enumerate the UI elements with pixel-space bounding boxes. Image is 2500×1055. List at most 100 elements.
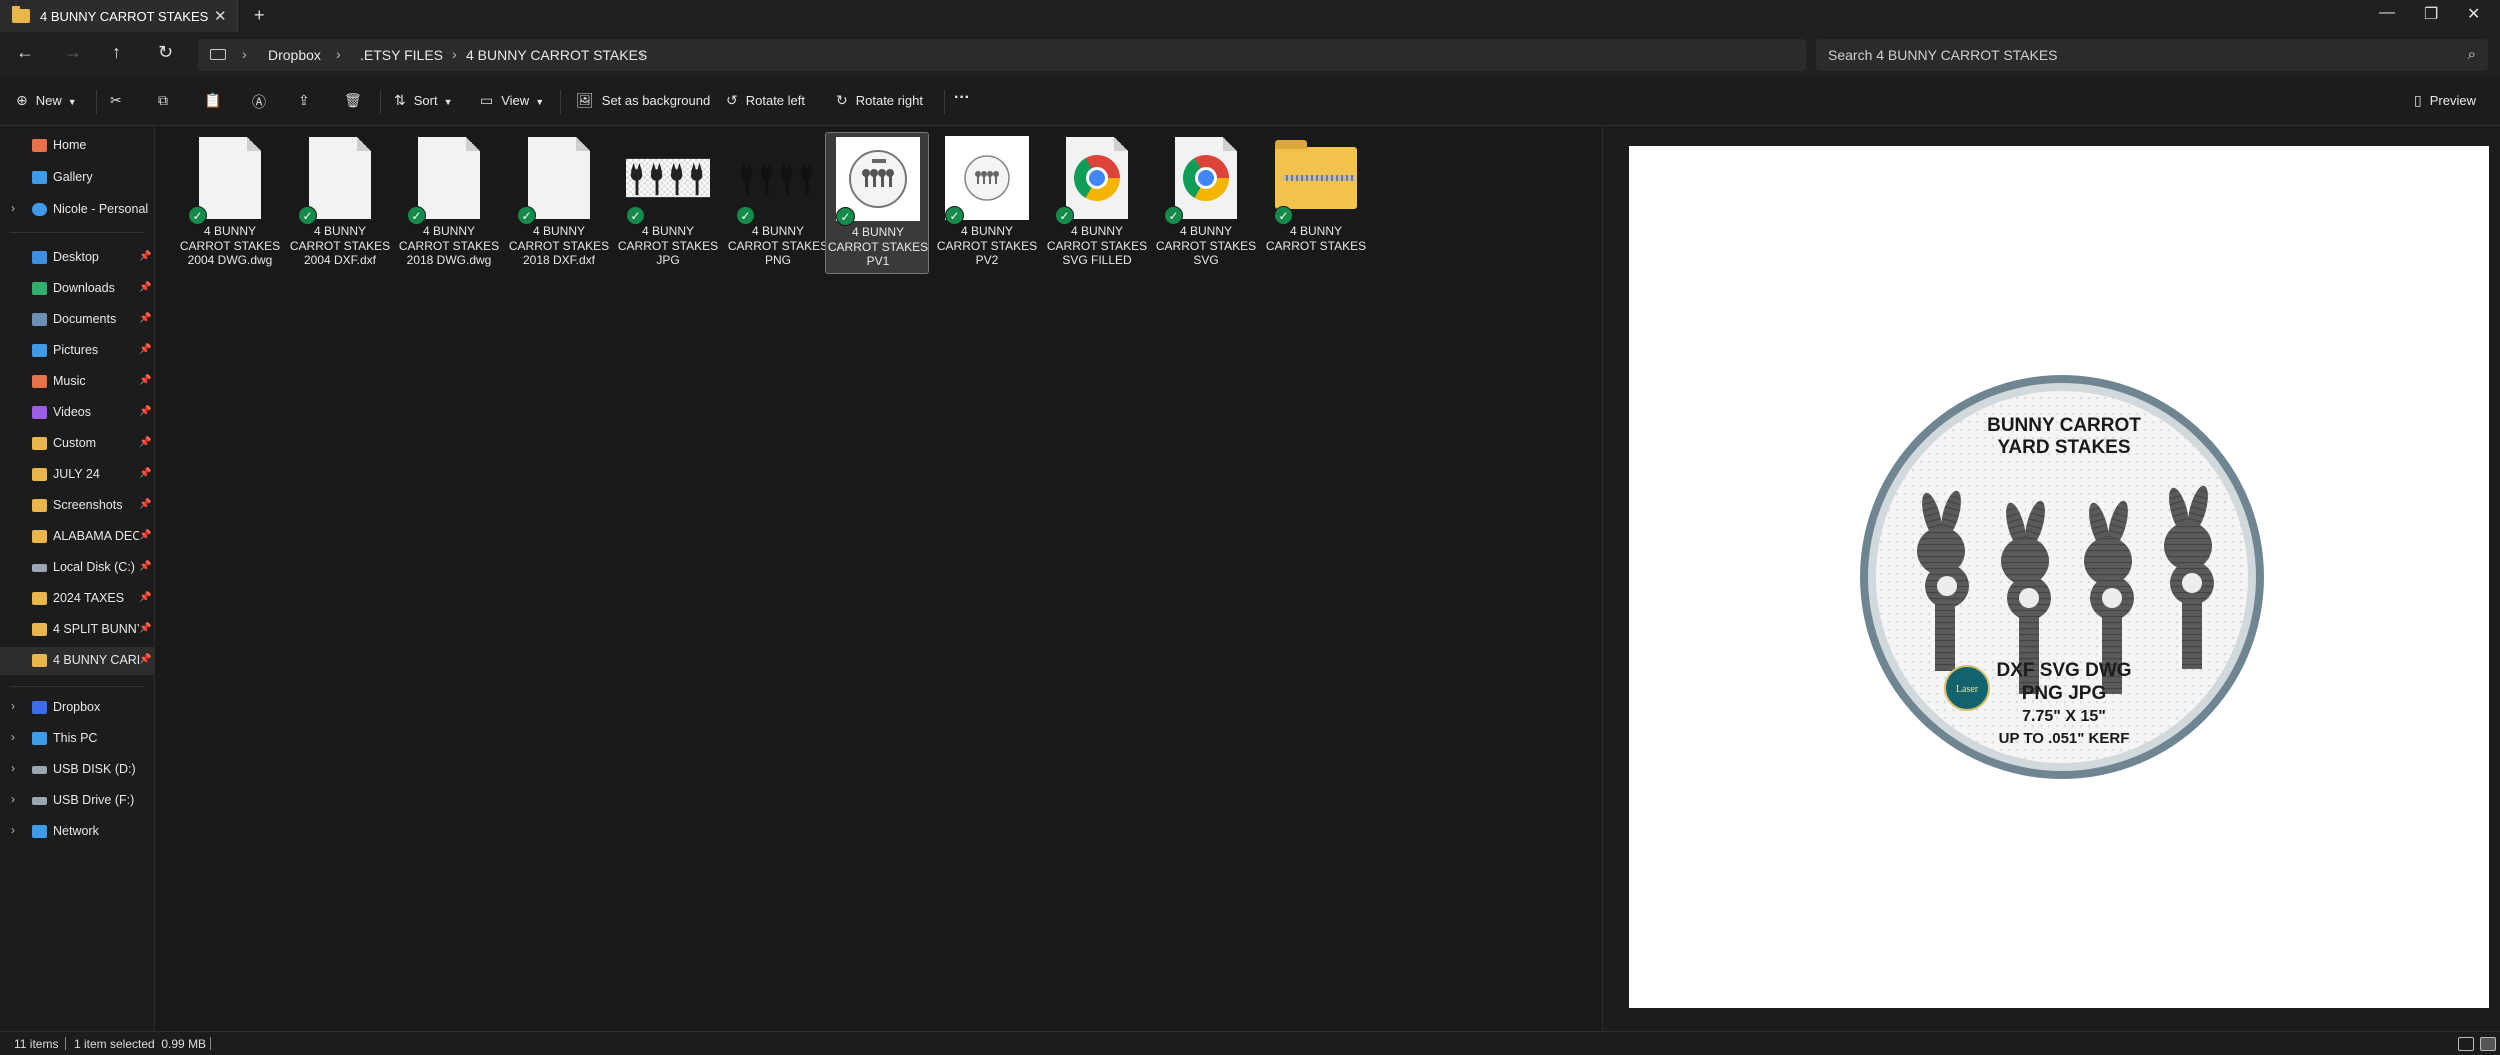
refresh-icon[interactable]: ↻ xyxy=(158,42,173,63)
more-options-button[interactable]: ··· xyxy=(954,89,970,107)
file-item[interactable]: ✓ 4 BUNNY CARROT STAKES xyxy=(1264,132,1368,274)
chevron-right-icon[interactable]: › xyxy=(11,201,15,215)
view-button[interactable]: ▭ View ▼ xyxy=(480,92,544,109)
sidebar-item-label: 2024 TAXES xyxy=(53,591,125,605)
preview-toggle-button[interactable]: ▯ Preview xyxy=(2414,92,2476,109)
breadcrumb-separator[interactable]: › xyxy=(452,46,457,62)
file-item[interactable]: ✓ 4 BUNNY CARROT STAKES SVG FILLED xyxy=(1045,132,1149,274)
sidebar-item-alabama-dec[interactable]: ALABAMA DEC 📌 xyxy=(0,523,154,551)
chevron-right-icon[interactable]: › xyxy=(11,699,15,713)
sidebar-item-desktop[interactable]: Desktop 📌 xyxy=(0,244,154,272)
breadcrumb-separator[interactable]: › xyxy=(640,46,645,62)
sidebar-item-pictures[interactable]: Pictures 📌 xyxy=(0,337,154,365)
breadcrumb-etsy-files[interactable]: .ETSY FILES xyxy=(360,47,443,63)
sidebar-item-onedrive-personal[interactable]: › Nicole - Personal xyxy=(0,196,154,224)
up-icon[interactable]: ↑ xyxy=(112,42,121,63)
pin-icon[interactable]: 📌 xyxy=(139,406,151,417)
chevron-right-icon[interactable]: › xyxy=(11,792,15,806)
sidebar-item-label: Home xyxy=(53,138,87,152)
new-tab-icon[interactable]: + xyxy=(254,5,265,26)
pin-icon[interactable]: 📌 xyxy=(139,437,151,448)
pictures-icon xyxy=(32,344,47,357)
sidebar-item-4-bunny-carrot-stakes[interactable]: 4 BUNNY CARROT STAKES 📌 xyxy=(0,647,154,675)
details-view-icon[interactable] xyxy=(2458,1037,2474,1051)
rotate-left-button[interactable]: ↺ Rotate left xyxy=(726,92,805,109)
gallery-icon xyxy=(32,171,47,184)
sidebar-item-home[interactable]: Home xyxy=(0,132,154,160)
this-pc-icon[interactable] xyxy=(210,49,226,60)
forward-icon[interactable]: → xyxy=(64,42,82,63)
explorer-tab[interactable]: 4 BUNNY CARROT STAKES ✕ xyxy=(0,0,238,32)
rename-button[interactable]: Ⓐ xyxy=(252,92,274,112)
search-icon[interactable]: ⌕ xyxy=(2468,46,2476,63)
rotate-right-button[interactable]: ↻ Rotate right xyxy=(836,92,923,109)
chevron-right-icon[interactable]: › xyxy=(11,730,15,744)
sidebar-item-4-split-bunny[interactable]: 4 SPLIT BUNNY 📌 xyxy=(0,616,154,644)
file-item[interactable]: ✓ 4 BUNNY CARROT STAKES 2004 DWG.dwg xyxy=(178,132,282,274)
file-item[interactable]: ✓ 4 BUNNY CARROT STAKES JPG xyxy=(616,132,720,274)
pin-icon[interactable]: 📌 xyxy=(139,313,151,324)
sidebar-item-videos[interactable]: Videos 📌 xyxy=(0,399,154,427)
sidebar-item-downloads[interactable]: Downloads 📌 xyxy=(0,275,154,303)
file-item[interactable]: ✓ 4 BUNNY CARROT STAKES 2018 DWG.dwg xyxy=(397,132,501,274)
window-close-icon[interactable]: ✕ xyxy=(2467,4,2480,24)
sidebar-item-july-24[interactable]: JULY 24 📌 xyxy=(0,461,154,489)
breadcrumb[interactable]: › Dropbox › .ETSY FILES › 4 BUNNY CARROT… xyxy=(198,39,1806,71)
paste-button[interactable]: 📋 xyxy=(204,92,229,109)
pin-icon[interactable]: 📌 xyxy=(139,623,151,634)
sidebar-item-label: 4 SPLIT BUNNY xyxy=(53,622,139,636)
status-divider xyxy=(65,1037,66,1050)
chevron-right-icon[interactable]: › xyxy=(11,823,15,837)
back-icon[interactable]: ← xyxy=(16,42,34,63)
breadcrumb-current-folder[interactable]: 4 BUNNY CARROT STAKES xyxy=(466,47,647,63)
pin-icon[interactable]: 📌 xyxy=(139,251,151,262)
sidebar-item-label: Pictures xyxy=(53,343,99,357)
tab-close-icon[interactable]: ✕ xyxy=(214,7,227,25)
share-button[interactable]: ⇪ xyxy=(298,92,318,109)
breadcrumb-separator[interactable]: › xyxy=(336,46,341,62)
file-list[interactable]: ✓ 4 BUNNY CARROT STAKES 2004 DWG.dwg ✓ 4 B… xyxy=(156,126,1601,1031)
pin-icon[interactable]: 📌 xyxy=(139,499,151,510)
new-button[interactable]: ⊕ New ▼ xyxy=(16,92,77,109)
chevron-right-icon[interactable]: › xyxy=(11,761,15,775)
pin-icon[interactable]: 📌 xyxy=(139,530,151,541)
pin-icon[interactable]: 📌 xyxy=(139,561,151,572)
sidebar-item-custom[interactable]: Custom 📌 xyxy=(0,430,154,458)
sidebar-item-gallery[interactable]: Gallery xyxy=(0,164,154,192)
pin-icon[interactable]: 📌 xyxy=(139,468,151,479)
sort-button[interactable]: ⇅ Sort ▼ xyxy=(394,92,453,109)
sidebar-item-usb-drive-f[interactable]: › USB Drive (F:) xyxy=(0,787,154,815)
file-name-line: 2004 DXF.dxf xyxy=(303,253,377,267)
minimize-icon[interactable]: — xyxy=(2379,4,2395,22)
pin-icon[interactable]: 📌 xyxy=(139,375,151,386)
set-as-background-button[interactable]: 🖼 Set as background xyxy=(576,92,710,109)
file-item[interactable]: ✓ 4 BUNNY CARROT STAKES PNG xyxy=(726,132,830,274)
pin-icon[interactable]: 📌 xyxy=(139,344,151,355)
sidebar-item-usb-disk-d[interactable]: › USB DISK (D:) xyxy=(0,756,154,784)
search-input[interactable]: Search 4 BUNNY CARROT STAKES xyxy=(1828,47,2058,63)
breadcrumb-separator[interactable]: › xyxy=(242,46,247,62)
pin-icon[interactable]: 📌 xyxy=(139,592,151,603)
pin-icon[interactable]: 📌 xyxy=(139,654,151,665)
file-item[interactable]: ✓ 4 BUNNY CARROT STAKES 2004 DXF.dxf xyxy=(288,132,392,274)
file-item[interactable]: ✓ 4 BUNNY CARROT STAKES PV2 xyxy=(935,132,1039,274)
large-icons-view-icon[interactable] xyxy=(2480,1037,2496,1051)
file-item[interactable]: ✓ 4 BUNNY CARROT STAKES SVG xyxy=(1154,132,1258,274)
maximize-icon[interactable]: ❐ xyxy=(2424,4,2438,24)
pin-icon[interactable]: 📌 xyxy=(139,282,151,293)
sidebar-item-this-pc[interactable]: › This PC xyxy=(0,725,154,753)
file-item-selected[interactable]: ✓ 4 BUNNY CARROT STAKES PV1 xyxy=(825,132,929,274)
sidebar-item-music[interactable]: Music 📌 xyxy=(0,368,154,396)
breadcrumb-dropbox[interactable]: Dropbox xyxy=(268,47,321,63)
sidebar-item-documents[interactable]: Documents 📌 xyxy=(0,306,154,334)
delete-button[interactable]: 🗑 xyxy=(344,92,370,109)
file-item[interactable]: ✓ 4 BUNNY CARROT STAKES 2018 DXF.dxf xyxy=(507,132,611,274)
sidebar-item-2024-taxes[interactable]: 2024 TAXES 📌 xyxy=(0,585,154,613)
search-box[interactable]: Search 4 BUNNY CARROT STAKES ⌕ xyxy=(1816,39,2488,71)
sidebar-item-dropbox[interactable]: › Dropbox xyxy=(0,694,154,722)
copy-button[interactable]: ⧉ xyxy=(158,92,176,109)
sidebar-item-network[interactable]: › Network xyxy=(0,818,154,846)
cut-button[interactable]: ✂ xyxy=(110,92,130,109)
sidebar-item-local-disk-c[interactable]: Local Disk (C:) 📌 xyxy=(0,554,154,582)
sidebar-item-screenshots[interactable]: Screenshots 📌 xyxy=(0,492,154,520)
